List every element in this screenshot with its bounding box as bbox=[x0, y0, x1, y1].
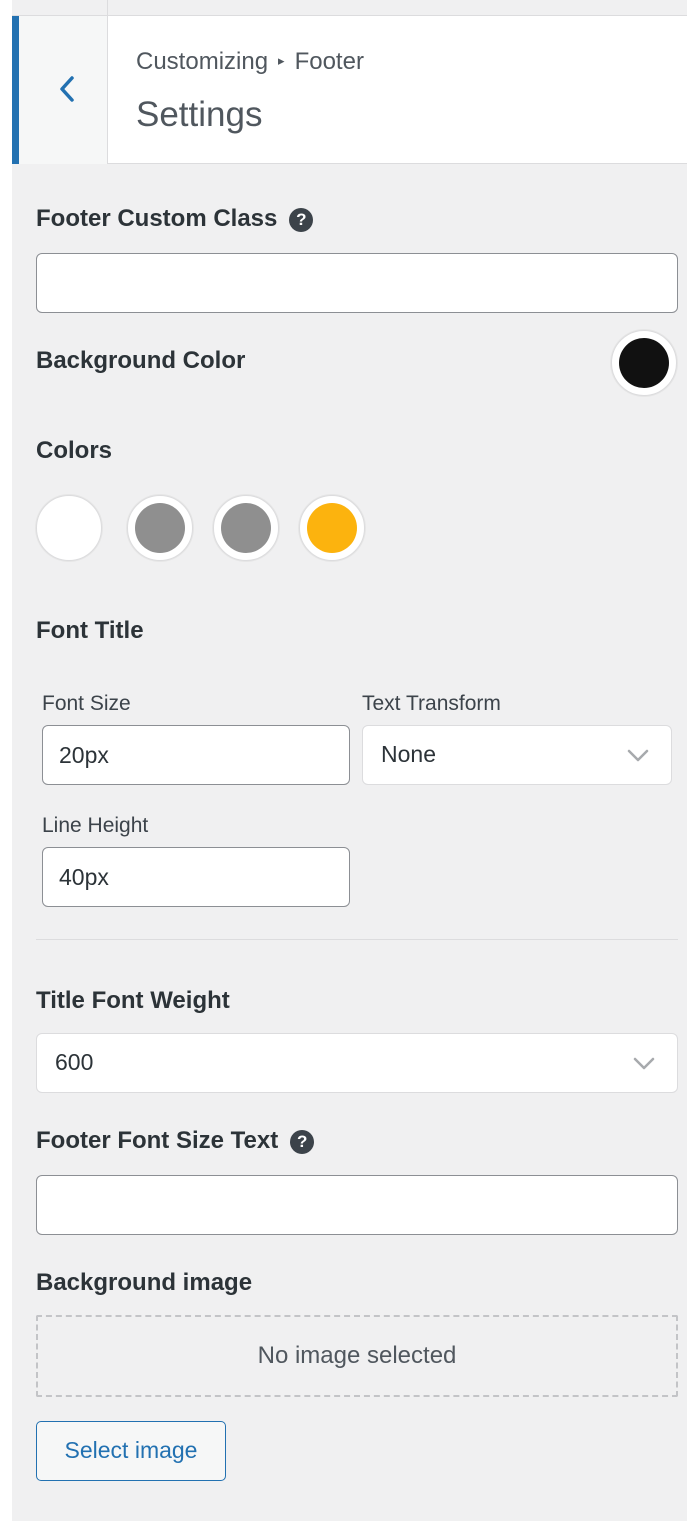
breadcrumb-arrow-icon: ▸ bbox=[278, 53, 285, 68]
help-icon[interactable]: ? bbox=[290, 1130, 315, 1154]
colors-label: Colors bbox=[36, 437, 113, 464]
section-header: Customizing ▸ Footer Settings bbox=[12, 16, 687, 164]
title-font-weight-value: 600 bbox=[55, 1049, 94, 1075]
color-swatch-3[interactable] bbox=[213, 495, 279, 561]
color-swatch-4-fill bbox=[307, 503, 357, 553]
top-strip bbox=[12, 0, 687, 16]
color-swatch-2-fill bbox=[135, 503, 185, 553]
line-height-label: Line Height bbox=[42, 814, 149, 837]
color-swatch-4[interactable] bbox=[299, 495, 365, 561]
image-placeholder: No image selected bbox=[36, 1315, 678, 1397]
footer-custom-class-label: Footer Custom Class? bbox=[36, 205, 314, 233]
customizer-panel: Customizing ▸ Footer Settings Footer Custo… bbox=[12, 0, 687, 1521]
chevron-left-icon bbox=[60, 76, 74, 102]
chevron-down-icon bbox=[627, 749, 649, 762]
footer-custom-class-input[interactable] bbox=[36, 253, 678, 313]
footer-custom-class-label-text: Footer Custom Class bbox=[36, 205, 278, 232]
select-image-button[interactable]: Select image bbox=[36, 1421, 226, 1481]
background-color-label: Background Color bbox=[36, 347, 246, 374]
breadcrumb: Customizing ▸ Footer bbox=[136, 48, 364, 76]
footer-font-size-text-label-text: Footer Font Size Text bbox=[36, 1127, 279, 1154]
top-strip-divider bbox=[107, 0, 108, 16]
font-size-input[interactable] bbox=[42, 725, 350, 785]
divider bbox=[36, 939, 678, 940]
chevron-down-icon bbox=[633, 1057, 655, 1070]
page-title: Settings bbox=[136, 95, 263, 134]
color-swatch-2[interactable] bbox=[127, 495, 193, 561]
footer-font-size-text-label: Footer Font Size Text? bbox=[36, 1127, 315, 1155]
background-image-label: Background image bbox=[36, 1269, 253, 1296]
text-transform-label: Text Transform bbox=[362, 692, 501, 715]
background-color-fill bbox=[619, 338, 669, 388]
text-transform-value: None bbox=[381, 741, 436, 767]
footer-font-size-text-input[interactable] bbox=[36, 1175, 678, 1235]
font-size-label: Font Size bbox=[42, 692, 131, 715]
back-button[interactable] bbox=[12, 16, 108, 164]
font-title-label: Font Title bbox=[36, 617, 144, 644]
background-color-swatch[interactable] bbox=[611, 330, 677, 396]
help-icon[interactable]: ? bbox=[289, 208, 314, 232]
title-font-weight-select[interactable]: 600 bbox=[36, 1033, 678, 1093]
line-height-input[interactable] bbox=[42, 847, 350, 907]
breadcrumb-current: Footer bbox=[294, 48, 364, 75]
color-swatch-1-fill bbox=[44, 503, 94, 553]
text-transform-select[interactable]: None bbox=[362, 725, 672, 785]
breadcrumb-parent: Customizing bbox=[136, 48, 269, 75]
color-swatch-3-fill bbox=[221, 503, 271, 553]
color-swatch-1[interactable] bbox=[36, 495, 102, 561]
title-font-weight-label: Title Font Weight bbox=[36, 987, 230, 1014]
